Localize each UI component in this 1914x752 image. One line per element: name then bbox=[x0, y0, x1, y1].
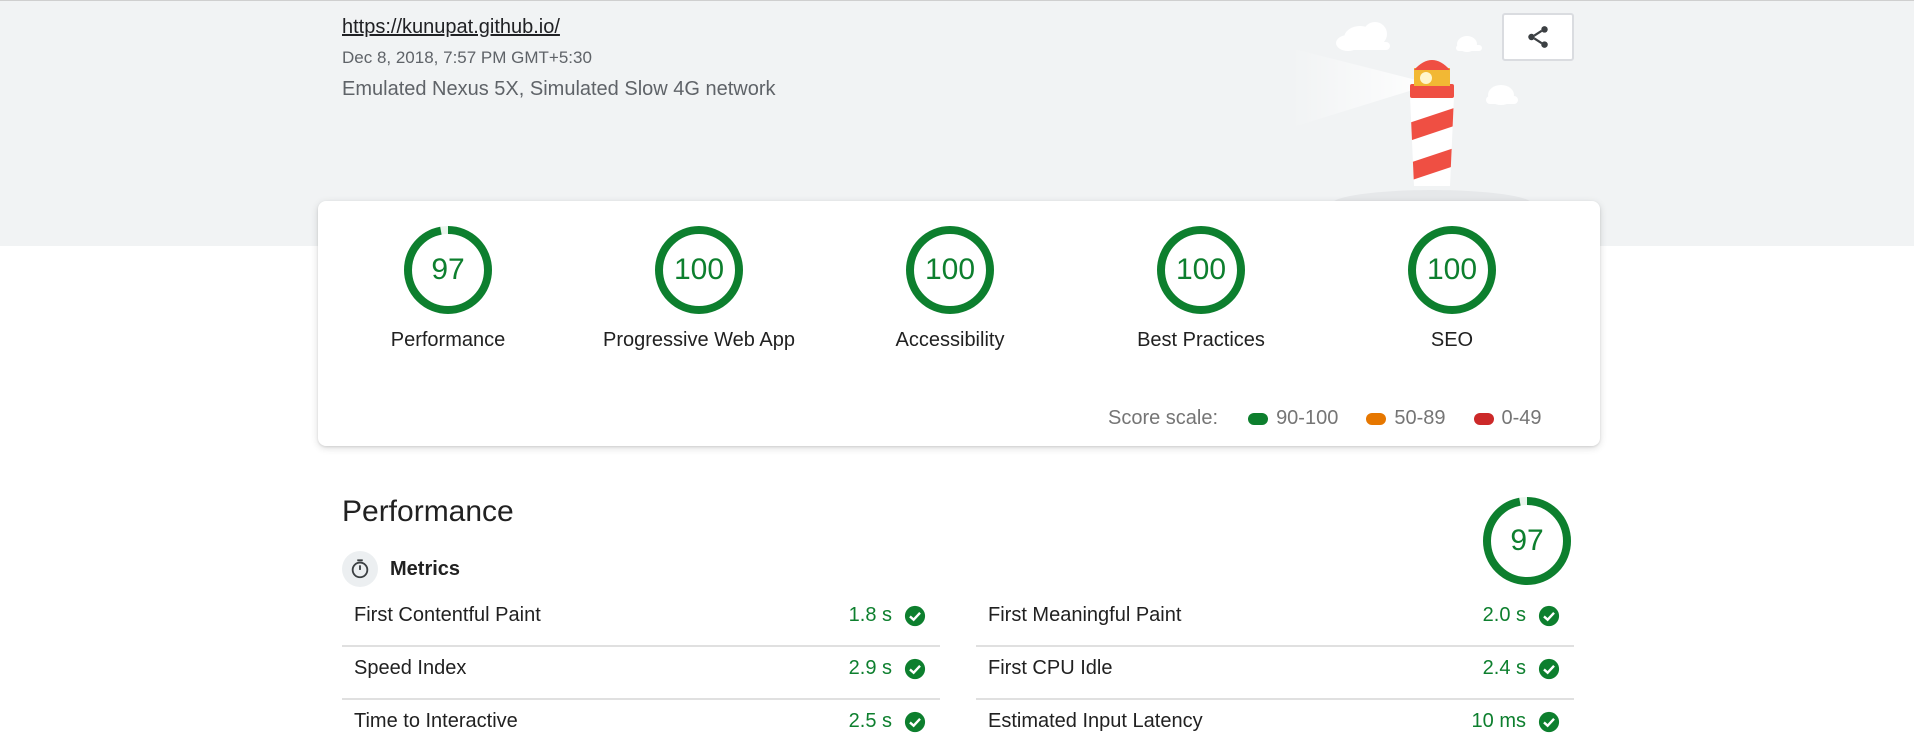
score-summary-card: 97 Performance 100 Progressive Web App 1… bbox=[318, 201, 1600, 446]
fail-dot-icon bbox=[1473, 412, 1494, 425]
share-button[interactable] bbox=[1502, 13, 1574, 61]
gauge-progressive-web-app[interactable]: 100 Progressive Web App bbox=[574, 225, 824, 352]
score-scale-label: Score scale: bbox=[1108, 407, 1219, 429]
score-scale-pass: 90-100 bbox=[1276, 407, 1339, 429]
check-circle-icon bbox=[1538, 605, 1560, 627]
lighthouse-illustration bbox=[1290, 22, 1532, 208]
check-circle-icon bbox=[1538, 658, 1560, 680]
metrics-label: Metrics bbox=[390, 557, 461, 580]
gauge-label: Best Practices bbox=[1137, 329, 1265, 351]
score-scale: Score scale: 90-100 50-89 0-49 bbox=[1108, 407, 1542, 430]
gauge-performance[interactable]: 97 Performance bbox=[323, 225, 573, 352]
metric-row: First Meaningful Paint 2.0 s bbox=[976, 594, 1574, 647]
score-scale-average: 50-89 bbox=[1394, 407, 1446, 429]
gauge-best-practices[interactable]: 100 Best Practices bbox=[1076, 225, 1326, 352]
metric-name: Time to Interactive bbox=[354, 710, 518, 732]
metric-row: Estimated Input Latency 10 ms bbox=[976, 700, 1574, 752]
metric-value: 2.9 s bbox=[848, 657, 892, 679]
metric-value: 2.5 s bbox=[848, 710, 892, 732]
report-environment: Emulated Nexus 5X, Simulated Slow 4G net… bbox=[342, 78, 776, 100]
metric-value: 2.4 s bbox=[1482, 657, 1526, 679]
pass-dot-icon bbox=[1248, 412, 1269, 425]
score-scale-fail: 0-49 bbox=[1501, 407, 1542, 429]
performance-score-gauge: 97 bbox=[1482, 496, 1572, 586]
metric-name: First CPU Idle bbox=[988, 657, 1113, 679]
metric-value: 2.0 s bbox=[1482, 604, 1526, 626]
metric-name: First Meaningful Paint bbox=[988, 604, 1182, 626]
gauge-score: 100 bbox=[924, 253, 976, 286]
gauge-label: Accessibility bbox=[895, 329, 1005, 351]
metrics-column-left: First Contentful Paint 1.8 s Speed Index… bbox=[342, 594, 940, 752]
metric-row: Speed Index 2.9 s bbox=[342, 647, 940, 700]
gauge-score: 97 bbox=[431, 253, 465, 286]
metric-row: First CPU Idle 2.4 s bbox=[976, 647, 1574, 700]
gauge-label: Progressive Web App bbox=[603, 329, 795, 351]
stopwatch-icon bbox=[342, 551, 378, 587]
report-date: Dec 8, 2018, 7:57 PM GMT+5:30 bbox=[342, 48, 592, 67]
metric-name: First Contentful Paint bbox=[354, 604, 541, 626]
report-page: https://kunupat.github.io/ Dec 8, 2018, … bbox=[0, 0, 1914, 752]
gauge-score: 100 bbox=[1175, 253, 1227, 286]
metric-value: 1.8 s bbox=[848, 604, 892, 626]
metric-name: Speed Index bbox=[354, 657, 467, 679]
check-circle-icon bbox=[904, 605, 926, 627]
metric-row: Time to Interactive 2.5 s bbox=[342, 700, 940, 752]
gauge-label: Performance bbox=[390, 329, 506, 351]
check-circle-icon bbox=[904, 658, 926, 680]
gauge-seo[interactable]: 100 SEO bbox=[1327, 225, 1577, 352]
performance-score: 97 bbox=[1510, 524, 1544, 557]
metric-value: 10 ms bbox=[1471, 710, 1526, 732]
metrics-header: Metrics bbox=[342, 551, 460, 587]
metrics-column-right: First Meaningful Paint 2.0 s First CPU I… bbox=[976, 594, 1574, 752]
gauge-label: SEO bbox=[1430, 329, 1474, 351]
average-dot-icon bbox=[1366, 412, 1387, 425]
report-url-link[interactable]: https://kunupat.github.io/ bbox=[342, 16, 560, 39]
gauge-score: 100 bbox=[673, 253, 725, 286]
share-icon bbox=[1528, 26, 1548, 48]
check-circle-icon bbox=[1538, 711, 1560, 733]
gauge-accessibility[interactable]: 100 Accessibility bbox=[825, 225, 1075, 352]
gauge-score: 100 bbox=[1426, 253, 1478, 286]
metric-row: First Contentful Paint 1.8 s bbox=[342, 594, 940, 647]
check-circle-icon bbox=[904, 711, 926, 733]
performance-section-title: Performance bbox=[342, 495, 514, 528]
metric-name: Estimated Input Latency bbox=[988, 710, 1203, 732]
